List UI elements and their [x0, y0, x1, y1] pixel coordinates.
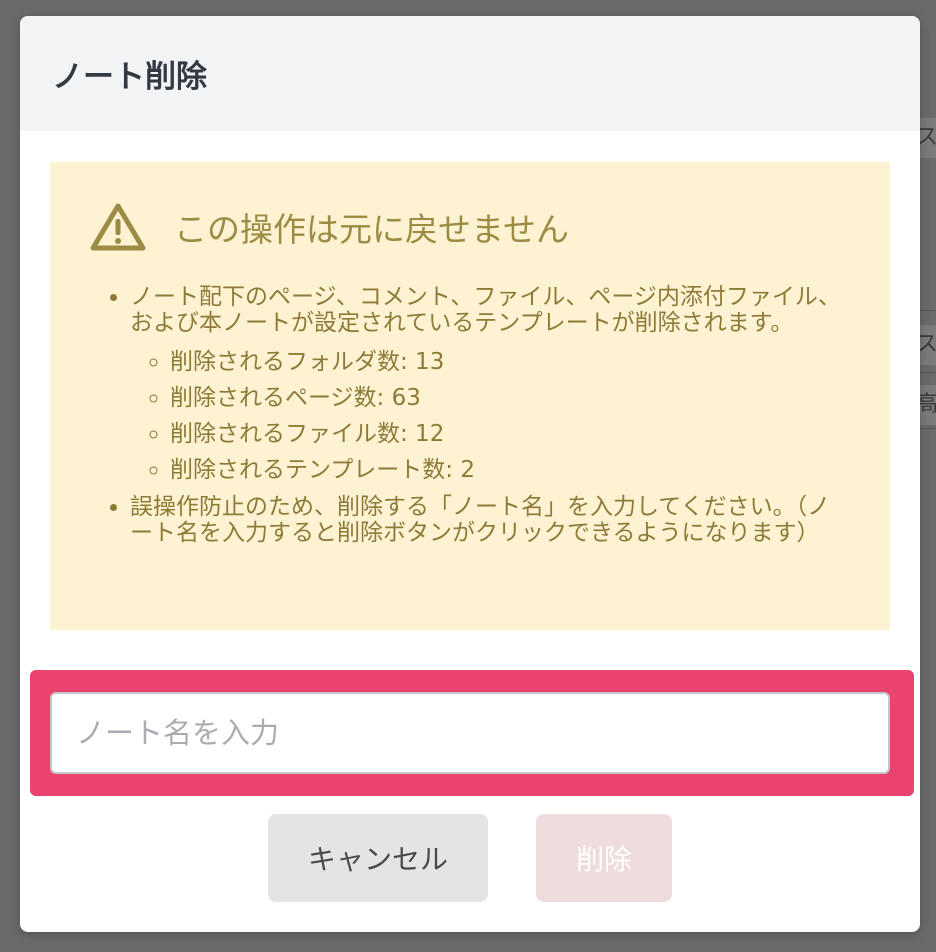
warning-title: この操作は元に戻せません — [174, 210, 570, 249]
note-name-input[interactable] — [50, 692, 890, 774]
dialog-title: ノート削除 — [52, 59, 207, 95]
folder-count: 削除されるフォルダ数: 13 — [170, 344, 850, 380]
list-item: ノート配下のページ、コメント、ファイル、ページ内添付ファイル、および本ノートが設… — [130, 284, 850, 488]
dialog-header: ノート削除 — [20, 16, 920, 131]
template-count: 削除されるテンプレート数: 2 — [170, 452, 850, 488]
delete-note-dialog: ノート削除 この操作は元に戻せません ノート配下のページ、コメント、ファイル、ペ… — [20, 16, 920, 932]
warning-triangle-icon — [90, 203, 146, 251]
warning-intro: ノート配下のページ、コメント、ファイル、ページ内添付ファイル、および本ノートが設… — [130, 284, 841, 336]
warning-header: この操作は元に戻せません — [90, 202, 850, 252]
deletion-counts-list: 削除されるフォルダ数: 13 削除されるページ数: 63 削除されるファイル数:… — [130, 344, 850, 488]
warning-instruction: 誤操作防止のため、削除する「ノート名」を入力してください。（ノート名を入力すると… — [130, 494, 831, 546]
page-count: 削除されるページ数: 63 — [170, 380, 850, 416]
cancel-button[interactable]: キャンセル — [268, 814, 488, 902]
delete-button[interactable]: 削除 — [536, 814, 672, 902]
warning-box: この操作は元に戻せません ノート配下のページ、コメント、ファイル、ページ内添付フ… — [50, 162, 890, 630]
file-count: 削除されるファイル数: 12 — [170, 416, 850, 452]
list-item: 誤操作防止のため、削除する「ノート名」を入力してください。（ノート名を入力すると… — [130, 494, 850, 546]
warning-list: ノート配下のページ、コメント、ファイル、ページ内添付ファイル、および本ノートが設… — [90, 284, 850, 546]
